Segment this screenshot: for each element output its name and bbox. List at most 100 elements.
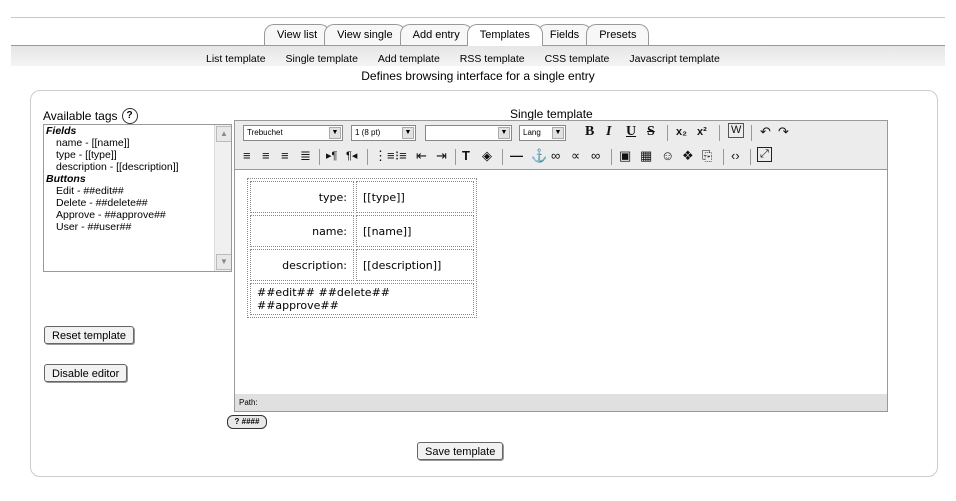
size-select[interactable]: 1 (8 pt) ▼ xyxy=(351,125,416,141)
buttons-tags: ##edit## ##delete## ##approve## xyxy=(250,283,474,315)
ordered-list-icon[interactable]: ⋮≡ xyxy=(374,148,395,164)
disable-editor-button[interactable]: Disable editor xyxy=(44,364,128,382)
underline-icon[interactable]: U xyxy=(626,124,636,140)
special-char-icon[interactable]: ❖ xyxy=(682,148,694,164)
tags-scrollbar[interactable]: ▲ ▼ xyxy=(214,125,231,271)
tag-option[interactable]: User - ##user## xyxy=(44,221,231,233)
toolbar-divider xyxy=(611,149,612,165)
font-select[interactable]: Trebuchet ▼ xyxy=(243,125,343,141)
reset-template-button[interactable]: Reset template xyxy=(44,326,134,344)
chevron-down-icon: ▼ xyxy=(498,127,510,139)
bold-icon[interactable]: B xyxy=(585,124,594,140)
html-editor: Trebuchet ▼ 1 (8 pt) ▼ ▼ Lang ▼ B I U S x₂ … xyxy=(234,120,888,412)
subtab-rss-template[interactable]: RSS template xyxy=(460,53,525,65)
toolbar-divider xyxy=(751,125,752,141)
table-row: ##edit## ##delete## ##approve## xyxy=(250,283,474,315)
smiley-icon[interactable]: ☺ xyxy=(661,148,674,164)
subtab-single-template[interactable]: Single template xyxy=(286,53,358,65)
tab-fields[interactable]: Fields xyxy=(536,24,593,45)
tab-view-list[interactable]: View list xyxy=(264,24,331,45)
text-color-icon[interactable]: T xyxy=(462,148,470,164)
field-tag: [[description]] xyxy=(356,249,474,281)
chevron-down-icon: ▼ xyxy=(329,127,341,139)
unordered-list-icon[interactable]: ⁝≡ xyxy=(395,148,407,164)
table-row: type: [[type]] xyxy=(250,181,474,213)
tab-presets[interactable]: Presets xyxy=(586,24,650,45)
lang-select[interactable]: Lang ▼ xyxy=(519,125,566,141)
template-table: type: [[type]] name: [[name]] description:… xyxy=(247,178,477,318)
justify-center-icon[interactable]: ≡ xyxy=(262,148,270,164)
subtab-list-template[interactable]: List template xyxy=(206,53,266,65)
field-tag: [[type]] xyxy=(356,181,474,213)
image-icon[interactable]: ▣ xyxy=(619,148,631,164)
available-tags-label: Available tags xyxy=(43,109,118,123)
ltr-icon[interactable]: ▸¶ xyxy=(326,148,337,164)
tab-bar: View list View single Add entry Template… xyxy=(264,24,650,46)
rtl-icon[interactable]: ¶◂ xyxy=(346,148,357,164)
toolbar-divider xyxy=(319,149,320,165)
field-tag: [[name]] xyxy=(356,215,474,247)
italic-icon[interactable]: I xyxy=(606,124,611,140)
scroll-down-icon[interactable]: ▼ xyxy=(216,254,231,270)
field-label: name: xyxy=(250,215,354,247)
toolbar-divider xyxy=(723,149,724,165)
editor-toolbar-bottom: ≡ ≡ ≡ ≣ ▸¶ ¶◂ ⋮≡ ⁝≡ ⇤ ⇥ T ◈ — ⚓ ∞ ∝ ∞ ▣ … xyxy=(235,144,887,170)
undo-icon[interactable]: ↶ xyxy=(760,124,771,140)
available-tags-list[interactable]: Fields name - [[name]] type - [[type]] d… xyxy=(43,124,232,272)
redo-icon[interactable]: ↷ xyxy=(778,124,789,140)
style-select[interactable]: ▼ xyxy=(425,125,512,141)
search-replace-icon[interactable]: ⎘ xyxy=(702,148,712,164)
font-select-value: Trebuchet xyxy=(247,128,283,137)
editor-path: Path: xyxy=(235,394,887,411)
subtab-list: List template Single template Add templa… xyxy=(206,53,720,65)
indent-icon[interactable]: ⇥ xyxy=(436,148,447,164)
clean-word-icon[interactable]: W xyxy=(728,123,745,138)
table-row: name: [[name]] xyxy=(250,215,474,247)
bg-color-icon[interactable]: ◈ xyxy=(482,148,492,164)
toolbar-divider xyxy=(719,125,720,141)
help-icon[interactable]: ? xyxy=(121,108,138,124)
tab-add-entry[interactable]: Add entry xyxy=(399,24,473,45)
tag-option[interactable]: description - [[description]] xyxy=(44,161,231,173)
available-tags-heading: Available tags ? xyxy=(43,108,138,124)
unlink-icon[interactable]: ∝ xyxy=(571,148,580,164)
tab-view-single[interactable]: View single xyxy=(324,24,406,45)
subtab-javascript-template[interactable]: Javascript template xyxy=(629,53,719,65)
tab-templates[interactable]: Templates xyxy=(466,24,543,46)
editor-content[interactable]: type: [[type]] name: [[name]] description:… xyxy=(235,170,887,394)
toolbar-divider xyxy=(750,149,751,165)
tag-option[interactable]: Edit - ##edit## xyxy=(44,185,231,197)
field-label: type: xyxy=(250,181,354,213)
size-select-value: 1 (8 pt) xyxy=(355,128,381,137)
keyboard-help-icon[interactable]: ? #### xyxy=(227,415,267,429)
fields-heading: Fields xyxy=(46,125,77,137)
subtab-css-template[interactable]: CSS template xyxy=(545,53,610,65)
link-icon[interactable]: ∞ xyxy=(551,148,560,164)
horizontal-rule-icon[interactable]: — xyxy=(510,148,523,164)
tag-option[interactable]: type - [[type]] xyxy=(44,149,231,161)
tag-option[interactable]: Approve - ##approve## xyxy=(44,209,231,221)
editor-title: Single template xyxy=(510,107,593,121)
editor-toolbar-top: Trebuchet ▼ 1 (8 pt) ▼ ▼ Lang ▼ B I U S x₂ … xyxy=(235,121,887,145)
table-icon[interactable]: ▦ xyxy=(640,148,652,164)
save-template-button[interactable]: Save template xyxy=(417,442,504,460)
subscript-icon[interactable]: x₂ xyxy=(676,124,687,140)
html-source-icon[interactable]: ‹› xyxy=(731,148,740,164)
subtab-add-template[interactable]: Add template xyxy=(378,53,440,65)
anchor-icon[interactable]: ⚓ xyxy=(531,148,547,164)
justify-right-icon[interactable]: ≡ xyxy=(281,148,289,164)
justify-left-icon[interactable]: ≡ xyxy=(243,148,251,164)
nolink-icon[interactable]: ∞ xyxy=(591,148,600,164)
lang-select-value: Lang xyxy=(523,128,541,137)
superscript-icon[interactable]: x² xyxy=(697,124,707,140)
fullscreen-icon[interactable]: ⤢ xyxy=(757,147,772,162)
justify-full-icon[interactable]: ≣ xyxy=(300,148,311,164)
tag-option[interactable]: Delete - ##delete## xyxy=(44,197,231,209)
chevron-down-icon: ▼ xyxy=(402,127,414,139)
outdent-icon[interactable]: ⇤ xyxy=(416,148,427,164)
strikethrough-icon[interactable]: S xyxy=(647,124,655,140)
tag-option[interactable]: name - [[name]] xyxy=(44,137,231,149)
scroll-up-icon[interactable]: ▲ xyxy=(216,126,231,142)
toolbar-divider xyxy=(502,149,503,165)
toolbar-divider xyxy=(455,149,456,165)
